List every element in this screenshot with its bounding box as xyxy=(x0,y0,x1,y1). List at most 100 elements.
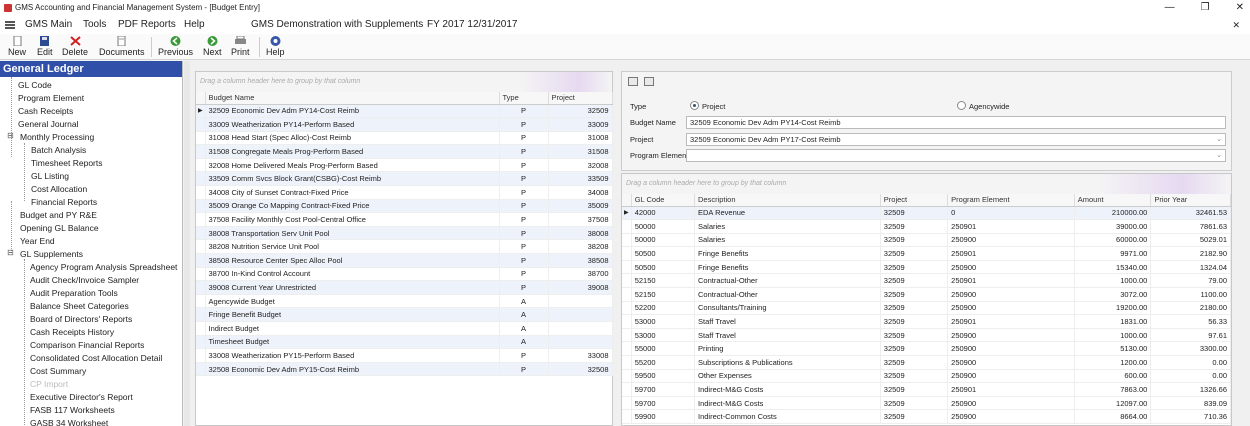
nav-comparison-financial[interactable]: Comparison Financial Reports xyxy=(30,340,144,350)
table-row[interactable]: 50000 Salaries 32509 250901 39000.00 7861.63 xyxy=(622,219,1231,234)
close-document-button[interactable]: ✕ xyxy=(1232,16,1240,34)
column-type[interactable]: Type xyxy=(499,92,549,105)
table-row[interactable]: 32508 Economic Dev Adm PY15-Cost Reimb P 3… xyxy=(196,362,613,377)
nav-opening-gl-balance[interactable]: Opening GL Balance xyxy=(20,223,99,233)
print-button[interactable]: Print xyxy=(231,35,250,57)
nav-splitter[interactable] xyxy=(184,61,190,426)
column-amount[interactable]: Amount xyxy=(1074,194,1152,207)
nav-batch-analysis[interactable]: Batch Analysis xyxy=(31,145,86,155)
table-row[interactable]: 35009 Orange Co Mapping Contract-Fixed P… xyxy=(196,199,613,214)
nav-cp-import[interactable]: CP Import xyxy=(30,379,68,389)
column-program-element[interactable]: Program Element xyxy=(947,194,1075,207)
column-project[interactable]: Project xyxy=(880,194,949,207)
nav-gl-supplements[interactable]: GL Supplements xyxy=(20,249,83,259)
collapse-icon[interactable]: ⊟ xyxy=(7,131,14,140)
table-row[interactable]: 33008 Weatherization PY15-Perform Based P… xyxy=(196,348,613,363)
nav-gl-listing[interactable]: GL Listing xyxy=(31,171,69,181)
table-row[interactable]: 33009 Weatherization PY14-Perform Based P… xyxy=(196,117,613,132)
menu-pdf-reports[interactable]: PDF Reports xyxy=(118,16,176,34)
table-row[interactable]: 50000 Salaries 32509 250900 60000.00 5029.01 xyxy=(622,233,1231,248)
help-button[interactable]: Help xyxy=(266,36,285,57)
table-row[interactable]: Indirect Budget A xyxy=(196,321,613,336)
chevron-down-icon[interactable]: ⌄ xyxy=(1216,134,1222,145)
documents-button[interactable]: Documents xyxy=(99,35,145,57)
table-row[interactable]: 55200 Subscriptions & Publications 32509 25… xyxy=(622,355,1231,370)
table-row[interactable]: 53000 Staff Travel 32509 250901 1831.00 56.33 xyxy=(622,314,1231,329)
table-row[interactable]: 59500 Other Expenses 32509 250900 600.00 0.00 xyxy=(622,369,1231,384)
table-row[interactable]: 31508 Congregate Meals Prog-Perform Base… xyxy=(196,144,613,159)
edit-record-icon[interactable] xyxy=(628,77,638,86)
table-row[interactable]: 59700 Indirect-M&G Costs 32509 250900 12097.… xyxy=(622,396,1231,411)
table-row[interactable]: 38700 In-Kind Control Account P 38700 xyxy=(196,267,613,282)
menu-tools[interactable]: Tools xyxy=(83,16,106,34)
type-agencywide-radio[interactable] xyxy=(957,101,966,110)
nav-financial-reports[interactable]: Financial Reports xyxy=(31,197,97,207)
table-row[interactable]: Fringe Benefit Budget A xyxy=(196,307,613,322)
program-element-select[interactable]: ⌄ xyxy=(686,149,1226,162)
menu-help[interactable]: Help xyxy=(184,16,205,34)
next-button[interactable]: Next xyxy=(203,36,222,57)
table-row[interactable]: 53000 Staff Travel 32509 250900 1000.00 97.61 xyxy=(622,328,1231,343)
nav-audit-preparation[interactable]: Audit Preparation Tools xyxy=(30,288,118,298)
project-select[interactable]: 32509 Economic Dev Adm PY17-Cost Reimb ⌄ xyxy=(686,133,1226,146)
table-row[interactable]: 38508 Resource Center Spec Alloc Pool P 38… xyxy=(196,253,613,268)
column-budget-name[interactable]: Budget Name xyxy=(205,92,500,105)
table-row[interactable]: 59700 Indirect-M&G Costs 32509 250901 7863.0… xyxy=(622,382,1231,397)
table-row[interactable]: ▶ 32509 Economic Dev Adm PY14-Cost Reimb P… xyxy=(196,104,613,119)
column-description[interactable]: Description xyxy=(694,194,881,207)
nav-gl-code[interactable]: GL Code xyxy=(18,80,52,90)
table-row[interactable]: 38008 Transportation Serv Unit Pool P 3800… xyxy=(196,226,613,241)
nav-agency-program-analysis[interactable]: Agency Program Analysis Spreadsheet xyxy=(30,262,177,272)
nav-general-journal[interactable]: General Journal xyxy=(18,119,78,129)
maximize-button[interactable]: ❐ xyxy=(1201,0,1210,16)
table-row[interactable]: 55000 Printing 32509 250900 5130.00 3300.00 xyxy=(622,341,1231,357)
table-row[interactable]: 39008 Current Year Unrestricted P 39008 xyxy=(196,280,613,295)
table-row[interactable]: 52200 Consultants/Training 32509 250900 1920… xyxy=(622,301,1231,316)
table-row[interactable]: 59900 Indirect-Common Costs 32509 250900 866… xyxy=(622,409,1231,424)
budget-name-input[interactable]: 32509 Economic Dev Adm PY14-Cost Reimb xyxy=(686,116,1226,129)
column-gl-code[interactable]: GL Code xyxy=(631,194,695,207)
nav-cost-allocation[interactable]: Cost Allocation xyxy=(31,184,87,194)
collapse-icon[interactable]: ⊟ xyxy=(7,248,14,257)
previous-button[interactable]: Previous xyxy=(158,36,193,57)
table-row[interactable]: 37508 Facility Monthly Cost Pool-Central… xyxy=(196,212,613,227)
column-project[interactable]: Project xyxy=(548,92,613,105)
menu-gms-main[interactable]: GMS Main xyxy=(25,16,72,34)
table-row[interactable]: 31008 Head Start (Spec Alloc)-Cost Reimb… xyxy=(196,131,613,146)
table-row[interactable]: 34008 City of Sunset Contract-Fixed Pric… xyxy=(196,185,613,200)
column-prior-year[interactable]: Prior Year xyxy=(1150,194,1231,207)
nav-cost-summary[interactable]: Cost Summary xyxy=(30,366,86,376)
table-row[interactable]: ▶ 42000 EDA Revenue 32509 0 210000.00 32461.53 xyxy=(622,206,1231,221)
group-by-area[interactable]: Drag a column header here to group by th… xyxy=(622,174,1231,194)
nav-monthly-processing[interactable]: Monthly Processing xyxy=(20,132,94,142)
minimize-button[interactable]: — xyxy=(1165,0,1175,16)
nav-board-reports[interactable]: Board of Directors' Reports xyxy=(30,314,132,324)
nav-program-element[interactable]: Program Element xyxy=(18,93,84,103)
save-record-icon[interactable] xyxy=(644,77,654,86)
delete-button[interactable]: Delete xyxy=(62,36,88,57)
table-row[interactable]: 52150 Contractual-Other 32509 250901 1000.00… xyxy=(622,273,1231,289)
nav-budget-py-re[interactable]: Budget and PY R&E xyxy=(20,210,97,220)
nav-audit-check-invoice[interactable]: Audit Check/Invoice Sampler xyxy=(30,275,139,285)
nav-timesheet-reports[interactable]: Timesheet Reports xyxy=(31,158,103,168)
table-row[interactable]: 52150 Contractual-Other 32509 250900 3072.00… xyxy=(622,287,1231,302)
table-row[interactable]: Timesheet Budget A xyxy=(196,335,613,350)
table-row[interactable]: 33509 Comm Svcs Block Grant(CSBG)-Cost R… xyxy=(196,171,613,187)
nav-consolidated-cost-allocation[interactable]: Consolidated Cost Allocation Detail xyxy=(30,353,162,363)
group-by-area[interactable]: Drag a column header here to group by th… xyxy=(196,72,612,92)
table-row[interactable]: 50500 Fringe Benefits 32509 250901 9971.00 21… xyxy=(622,246,1231,261)
close-window-button[interactable]: ✕ xyxy=(1236,0,1244,16)
nav-cash-receipts-history[interactable]: Cash Receipts History xyxy=(30,327,114,337)
table-row[interactable]: Agencywide Budget A xyxy=(196,294,613,309)
edit-button[interactable]: Edit xyxy=(37,36,53,57)
nav-fasb-117[interactable]: FASB 117 Worksheets xyxy=(30,405,115,415)
table-row[interactable]: 50500 Fringe Benefits 32509 250900 15340.00 1… xyxy=(622,260,1231,275)
nav-executive-director-report[interactable]: Executive Director's Report xyxy=(30,392,133,402)
table-row[interactable]: 32008 Home Delivered Meals Prog-Perform … xyxy=(196,158,613,173)
nav-balance-sheet-categories[interactable]: Balance Sheet Categories xyxy=(30,301,129,311)
nav-year-end[interactable]: Year End xyxy=(20,236,55,246)
table-row[interactable]: 38208 Nutrition Service Unit Pool P 38208 xyxy=(196,239,613,255)
nav-cash-receipts[interactable]: Cash Receipts xyxy=(18,106,73,116)
nav-gasb-34[interactable]: GASB 34 Worksheet xyxy=(30,418,108,426)
chevron-down-icon[interactable]: ⌄ xyxy=(1216,150,1222,161)
